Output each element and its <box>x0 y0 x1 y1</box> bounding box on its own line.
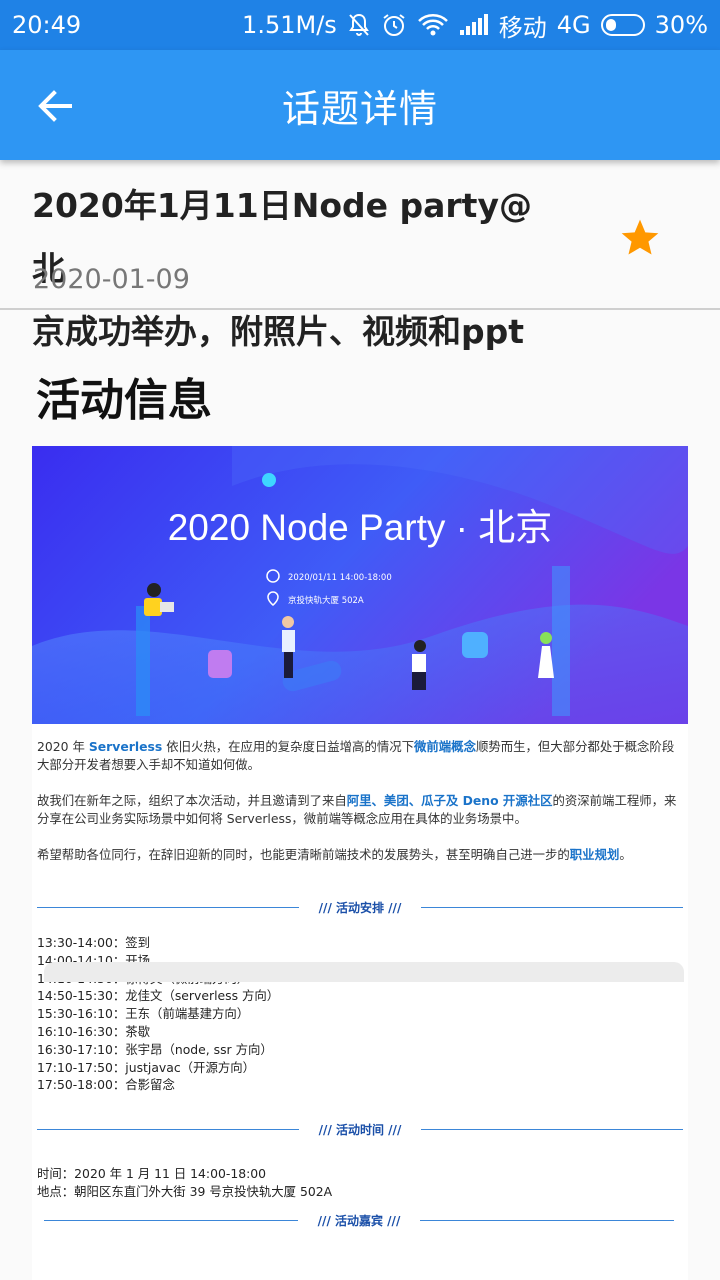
mute-icon <box>347 12 371 38</box>
app-bar: 话题详情 <box>0 50 720 160</box>
schedule-item: 17:50-18:00：合影留念 <box>37 1077 175 1093</box>
divider-label: /// 活动时间 /// <box>318 1123 402 1137</box>
banner-title: 2020 Node Party · 北京 <box>168 507 553 548</box>
event-place-info: 地点：朝阳区东直门外大街 39 号京投快轨大厦 502A <box>37 1184 333 1199</box>
status-indicators: 1.51M/s 移动 4G 30% <box>242 8 708 43</box>
section-divider: /// 活动时间 /// <box>37 1120 683 1140</box>
divider-label: /// 活动安排 /// <box>318 901 402 915</box>
section-divider: /// 活动安排 /// <box>37 898 683 918</box>
highlight-text: 微前端概念 <box>414 739 476 754</box>
star-icon[interactable] <box>618 216 662 260</box>
wifi-icon <box>417 13 449 37</box>
schedule-item: 15:30-16:10：王东（前端基建方向） <box>37 1006 250 1022</box>
schedule-item: 14:50-15:30：龙佳文（serverless 方向） <box>37 988 280 1004</box>
alarm-icon <box>381 12 407 38</box>
intro-paragraph: 2020 年 Serverless 依旧火热，在应用的复杂度日益增高的情况下微前… <box>37 739 675 772</box>
topic-date: 2020-01-09 <box>33 264 190 295</box>
schedule-item: 13:30-14:00：签到 <box>37 935 151 950</box>
intro-paragraph: 希望帮助各位同行，在辞旧迎新的同时，也能更清晰前端技术的发展势头，甚至明确自己进… <box>37 847 632 862</box>
battery-percent: 30% <box>654 11 708 39</box>
carrier-label: 移动 <box>498 13 547 42</box>
schedule-item: 16:10-16:30：茶歇 <box>37 1023 151 1039</box>
divider-label: /// 活动嘉宾 /// <box>317 1214 401 1228</box>
highlight-text: 职业规划 <box>569 847 620 862</box>
highlight-text: 阿里、美团、瓜子及 Deno 开源社区 <box>346 793 553 808</box>
topic-content: 活动信息 2020 Node Party · 北京 2020/01/11 14:… <box>0 312 720 1280</box>
section-heading: 活动信息 <box>36 375 212 426</box>
topic-header: 2020年1月11日Node party@北 京成功举办，附照片、视频和ppt … <box>0 160 720 351</box>
section-divider: /// 活动嘉宾 /// <box>44 1211 674 1231</box>
arrow-left-icon[interactable] <box>34 84 78 128</box>
schedule-list: 13:30-14:00：签到14:00-14:10：开场14:10-14:50：… <box>37 934 279 1094</box>
schedule-item: 17:10-17:50：justjavac（开源方向） <box>37 1059 256 1075</box>
status-time: 20:49 <box>12 11 82 39</box>
page-title: 话题详情 <box>281 86 438 131</box>
highlight-text: Serverless <box>88 739 163 754</box>
network-type: 4G <box>556 11 591 39</box>
status-bar: 20:49 1.51M/s 移动 4G 30% <box>0 0 720 50</box>
network-speed: 1.51M/s <box>242 11 337 39</box>
event-time-info: 时间：2020 年 1 月 11 日 14:00-18:00 <box>37 1166 267 1181</box>
intro-paragraph: 故我们在新年之际，组织了本次活动，并且邀请到了来自阿里、美团、瓜子及 Deno … <box>37 793 677 826</box>
banner-time: 2020/01/11 14:00-18:00 <box>288 573 392 583</box>
event-banner: 2020 Node Party · 北京 2020/01/11 14:00-18… <box>32 446 688 724</box>
banner-place: 京投快轨大厦 502A <box>288 595 364 606</box>
signal-icon <box>459 14 489 36</box>
battery-icon <box>600 14 645 36</box>
schedule-item: 16:30-17:10：张宇昂（node, ssr 方向） <box>37 1041 273 1057</box>
guest-card <box>44 962 684 982</box>
